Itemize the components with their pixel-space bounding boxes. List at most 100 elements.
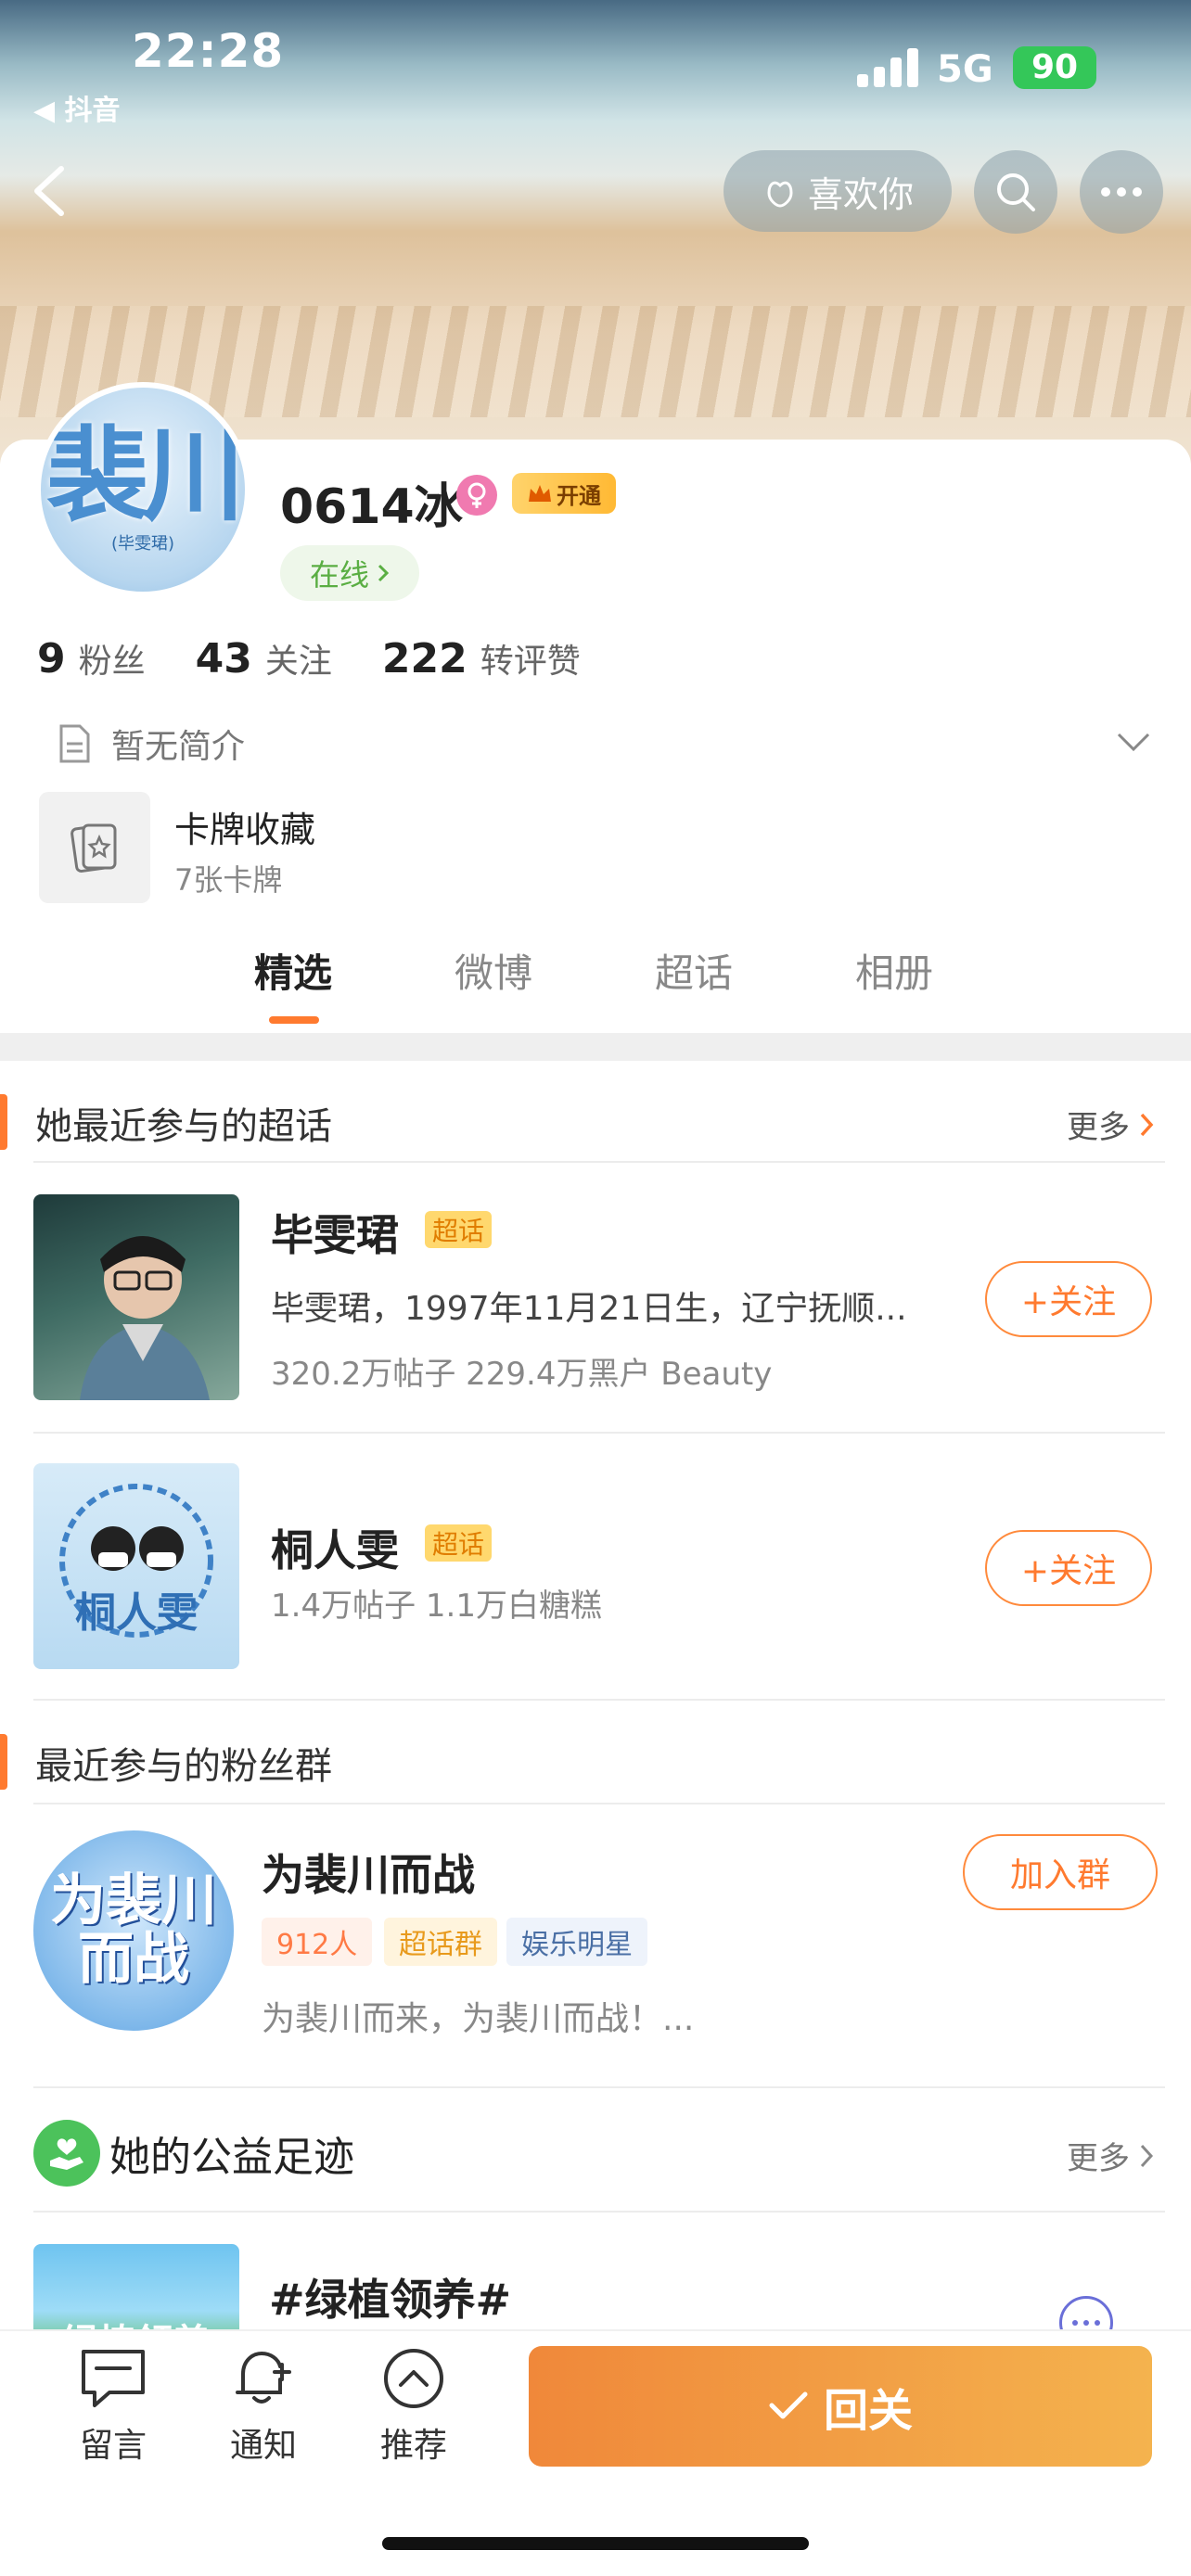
tab-featured[interactable]: 精选 xyxy=(254,942,332,999)
supertopic-item[interactable]: 桐人雯 桐人雯 超话 1.4万帖子 1.1万白糖糕 +关注 xyxy=(0,1463,1191,1686)
supertopic-name: 毕雯珺 xyxy=(271,1210,399,1260)
search-button[interactable] xyxy=(974,150,1057,234)
section-separator xyxy=(0,1033,1191,1061)
more-dots-icon xyxy=(1101,187,1142,197)
avatar-text: 裴川 xyxy=(46,416,245,535)
supertopic-thumbnail xyxy=(33,1194,239,1400)
more-label: 更多 xyxy=(1067,1109,1130,1146)
chevron-right-icon xyxy=(378,564,390,582)
crown-icon xyxy=(529,485,551,502)
back-to-app[interactable]: ◀ 抖音 xyxy=(33,87,121,128)
charity-icon xyxy=(33,2120,100,2187)
recommend-label: 推荐 xyxy=(379,2427,447,2465)
supertopic-name: 桐人雯 xyxy=(271,1525,399,1575)
stat-following-label: 关注 xyxy=(264,643,332,681)
chevron-right-icon xyxy=(1140,2144,1154,2167)
message-label: 留言 xyxy=(79,2427,147,2465)
follow-supertopic-button[interactable]: +关注 xyxy=(985,1261,1152,1337)
supertopic-item[interactable]: 毕雯珺 超话 毕雯珺，1997年11月21日生，辽宁抚顺... 320.2万帖子… xyxy=(0,1194,1191,1417)
online-status[interactable]: 在线 xyxy=(280,545,419,601)
supertopic-stats: 320.2万帖子 229.4万黑户 Beauty xyxy=(271,1356,773,1393)
svg-text:桐人雯: 桐人雯 xyxy=(75,1589,198,1637)
group-member-count-tag: 912人 xyxy=(262,1918,373,1966)
follow-back-button[interactable]: 回关 xyxy=(529,2346,1152,2467)
divider xyxy=(33,1161,1165,1163)
bell-plus-icon xyxy=(236,2351,291,2404)
vip-open-badge[interactable]: 开通 xyxy=(512,473,616,514)
stat-fans-count: 9 xyxy=(37,635,66,682)
like-you-label: 喜欢你 xyxy=(807,173,914,215)
fan-group-name[interactable]: 为裴川而战 xyxy=(262,1842,475,1903)
stat-interactions-label: 转评赞 xyxy=(480,643,581,681)
hand-heart-icon xyxy=(767,181,793,208)
more-label: 更多 xyxy=(1067,2140,1130,2177)
supertopic-stats: 1.4万帖子 1.1万白糖糕 xyxy=(271,1588,602,1625)
notify-label: 通知 xyxy=(229,2427,297,2465)
charity-item-title[interactable]: #绿植领养# xyxy=(269,2266,511,2327)
search-icon xyxy=(997,173,1035,211)
follow-supertopic-button[interactable]: +关注 xyxy=(985,1530,1152,1606)
document-icon xyxy=(59,724,90,763)
stat-interactions[interactable]: 222 转评赞 xyxy=(382,634,581,682)
divider xyxy=(33,1803,1165,1804)
tab-indicator xyxy=(269,1016,319,1024)
more-button[interactable] xyxy=(1080,150,1163,234)
notify-button[interactable]: 通知 xyxy=(208,2346,319,2467)
supertopic-more-link[interactable]: 更多 xyxy=(1067,1102,1154,1147)
tab-weibo[interactable]: 微博 xyxy=(455,942,532,999)
chevron-down-icon[interactable] xyxy=(1115,725,1152,759)
avatar-subtext: (毕雯珺) xyxy=(110,534,175,554)
back-icon[interactable] xyxy=(28,163,74,219)
group-category-tag: 娱乐明星 xyxy=(506,1918,647,1966)
stat-following[interactable]: 43 关注 xyxy=(196,634,332,682)
card-collection-icon xyxy=(39,792,150,903)
join-group-button[interactable]: 加入群 xyxy=(963,1834,1158,1910)
fan-group-section-title: 最近参与的粉丝群 xyxy=(35,1745,332,1788)
card-collection-title: 卡牌收藏 xyxy=(174,810,316,850)
fan-group-avatar-line2: 而战 xyxy=(78,1927,189,1992)
supertopic-description: 毕雯珺，1997年11月21日生，辽宁抚顺... xyxy=(271,1290,907,1328)
charity-more-link[interactable]: 更多 xyxy=(1067,2133,1154,2178)
divider xyxy=(33,1699,1165,1701)
profile-stats: 9 粉丝 43 关注 222 转评赞 xyxy=(37,634,581,682)
fan-group-section-header: 最近参与的粉丝群 xyxy=(0,1712,1191,1804)
status-time: 22:28 xyxy=(132,24,285,78)
message-button[interactable]: 留言 xyxy=(58,2346,169,2467)
bio-text: 暂无简介 xyxy=(111,728,246,766)
online-label: 在线 xyxy=(309,557,369,593)
female-gender-icon xyxy=(456,475,497,516)
avatar[interactable]: 裴川 (毕雯珺) xyxy=(35,382,250,597)
section-accent-bar xyxy=(0,1094,7,1150)
supertopic-section-header: 她最近参与的超话 更多 xyxy=(0,1072,1191,1165)
supertopic-thumbnail: 桐人雯 xyxy=(33,1463,239,1669)
stat-fans-label: 粉丝 xyxy=(78,643,146,681)
supertopic-section-title: 她最近参与的超话 xyxy=(35,1105,332,1148)
message-icon xyxy=(82,2350,145,2407)
home-indicator[interactable] xyxy=(382,2537,809,2550)
stat-fans[interactable]: 9 粉丝 xyxy=(37,634,146,682)
card-collection-count: 7张卡牌 xyxy=(174,862,283,898)
divider xyxy=(33,2086,1165,2088)
divider xyxy=(33,2211,1165,2213)
divider xyxy=(33,1432,1165,1434)
like-you-button[interactable]: 喜欢你 xyxy=(724,150,952,232)
signal-icon xyxy=(857,46,922,87)
supertopic-tag: 超话 xyxy=(425,1524,493,1562)
fan-group-avatar-line1: 为裴川 xyxy=(50,1868,217,1933)
stat-interactions-count: 222 xyxy=(381,635,467,682)
tab-supertopic[interactable]: 超话 xyxy=(655,942,733,999)
profile-tabs: 精选 微博 超话 相册 xyxy=(0,942,1191,1026)
chevron-right-icon xyxy=(1140,1113,1154,1136)
recommend-button[interactable]: 推荐 xyxy=(358,2346,469,2467)
tab-album[interactable]: 相册 xyxy=(855,942,933,999)
check-icon xyxy=(769,2391,808,2419)
stat-following-count: 43 xyxy=(195,635,252,682)
battery-icon: 90 xyxy=(1013,46,1096,89)
fan-group-avatar[interactable]: 为裴川 而战 xyxy=(33,1830,234,2031)
supertopic-tag: 超话 xyxy=(425,1211,493,1248)
username: 0614冰 xyxy=(280,479,463,535)
charity-section-title: 她的公益足迹 xyxy=(109,2134,354,2181)
card-collection[interactable]: 卡牌收藏 7张卡牌 xyxy=(39,792,651,907)
bio-row[interactable]: 暂无简介 xyxy=(56,720,245,768)
vip-label: 开通 xyxy=(557,482,601,509)
